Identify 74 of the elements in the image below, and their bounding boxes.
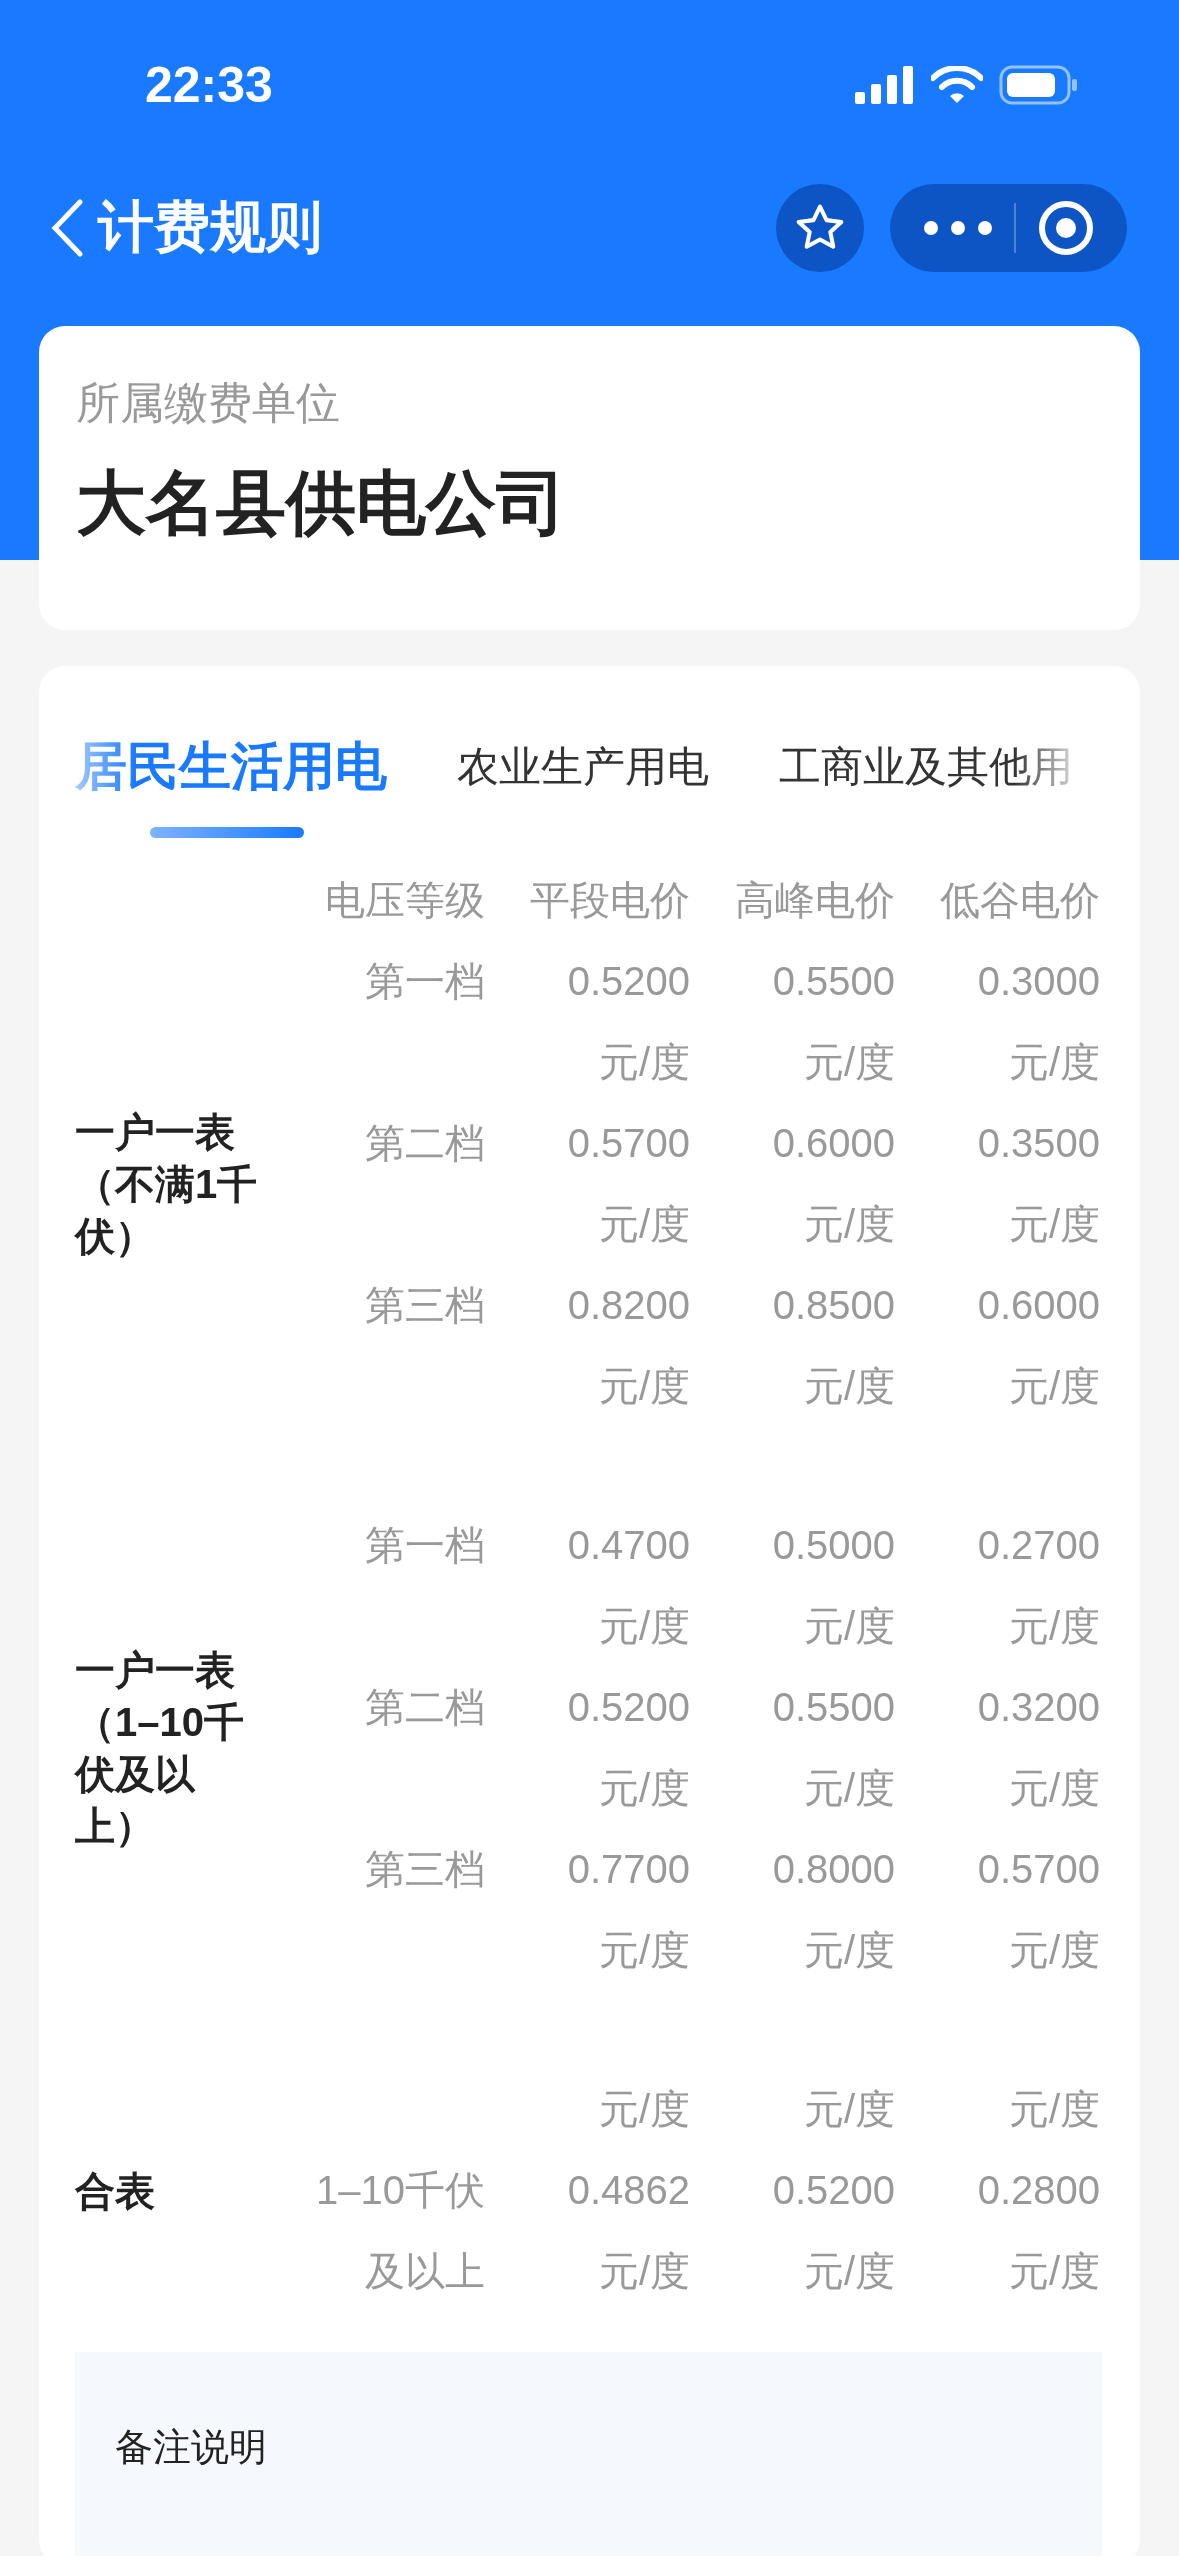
tier-label: 第三档 xyxy=(364,1282,485,1329)
price-value: 0.5500 xyxy=(772,1684,895,1731)
category-label: 一户一表（1–10千伏及以上） xyxy=(75,1647,245,1850)
tier-label: 第一档 xyxy=(364,958,485,1005)
tier-label: 第三档 xyxy=(364,1846,485,1893)
battery-icon xyxy=(999,65,1079,105)
signal-icon xyxy=(855,66,915,104)
price-unit: 元/度 xyxy=(803,1363,895,1410)
price-value: 0.8000 xyxy=(772,1846,895,1893)
price-value: 0.8500 xyxy=(772,1282,895,1329)
price-unit: 元/度 xyxy=(598,1201,690,1248)
category-label: 合表 xyxy=(75,2167,156,2215)
price-value: 0.6000 xyxy=(977,1282,1100,1329)
price-unit: 元/度 xyxy=(598,1039,690,1086)
price-unit: 元/度 xyxy=(1008,1039,1100,1086)
tier-label: 1–10千伏及以上 xyxy=(315,2167,485,2295)
page-title: 计费规则 xyxy=(98,194,323,260)
price-value: 0.7700 xyxy=(567,1846,690,1893)
unit-label: 所属缴费单位 xyxy=(76,377,341,429)
price-unit: 元/度 xyxy=(1008,1765,1100,1812)
price-value: 0.8200 xyxy=(567,1282,690,1329)
price-unit: 元/度 xyxy=(803,1927,895,1974)
price-unit: 元/度 xyxy=(803,1039,895,1086)
column-header: 电压等级 xyxy=(324,877,485,924)
price-unit: 元/度 xyxy=(803,2248,895,2295)
price-unit: 元/度 xyxy=(1008,2248,1100,2295)
tier-label: 第二档 xyxy=(364,1684,485,1731)
price-value: 0.5500 xyxy=(772,958,895,1005)
wifi-icon xyxy=(931,66,983,104)
price-value: 0.3200 xyxy=(977,1684,1100,1731)
more-icon[interactable] xyxy=(922,220,993,236)
price-value: 0.4862 xyxy=(567,2167,690,2214)
price-unit: 元/度 xyxy=(803,1603,895,1650)
close-target-icon[interactable] xyxy=(1038,200,1095,256)
column-header: 平段电价 xyxy=(529,877,690,924)
status-time: 22:33 xyxy=(145,56,273,114)
price-unit: 元/度 xyxy=(1008,1603,1100,1650)
price-value: 0.4700 xyxy=(567,1522,690,1569)
price-unit: 元/度 xyxy=(598,1765,690,1812)
price-unit: 元/度 xyxy=(598,1603,690,1650)
back-button[interactable] xyxy=(50,199,84,257)
price-unit: 元/度 xyxy=(1008,2086,1100,2133)
category-tab[interactable]: 居民生活用电 xyxy=(75,732,387,802)
price-unit: 元/度 xyxy=(803,1765,895,1812)
price-value: 0.6000 xyxy=(772,1120,895,1167)
price-unit: 元/度 xyxy=(803,2086,895,2133)
category-label: 一户一表（不满1千伏） xyxy=(75,1109,259,1260)
remarks-title: 备注说明 xyxy=(115,2426,267,2468)
price-value: 0.5700 xyxy=(567,1120,690,1167)
price-unit: 元/度 xyxy=(598,2086,690,2133)
chevron-left-icon xyxy=(50,199,84,257)
price-unit: 元/度 xyxy=(598,1363,690,1410)
category-tab[interactable]: 农业生产用电 xyxy=(457,739,709,795)
tier-label: 第二档 xyxy=(364,1120,485,1167)
price-unit: 元/度 xyxy=(803,1201,895,1248)
price-value: 0.5200 xyxy=(567,958,690,1005)
price-unit: 元/度 xyxy=(1008,1363,1100,1410)
price-value: 0.5000 xyxy=(772,1522,895,1569)
category-tab[interactable]: 工商业及其他用 xyxy=(779,739,1073,795)
price-value: 0.3000 xyxy=(977,958,1100,1005)
price-unit: 元/度 xyxy=(598,1927,690,1974)
price-value: 0.2700 xyxy=(977,1522,1100,1569)
tier-label: 第一档 xyxy=(364,1522,485,1569)
price-unit: 元/度 xyxy=(1008,1927,1100,1974)
price-value: 0.5200 xyxy=(772,2167,895,2214)
column-header: 低谷电价 xyxy=(939,877,1100,924)
column-header: 高峰电价 xyxy=(734,877,895,924)
price-value: 0.2800 xyxy=(977,2167,1100,2214)
price-value: 0.5700 xyxy=(977,1846,1100,1893)
price-unit: 元/度 xyxy=(1008,1201,1100,1248)
price-unit: 元/度 xyxy=(598,2248,690,2295)
price-value: 0.5200 xyxy=(567,1684,690,1731)
price-value: 0.3500 xyxy=(977,1120,1100,1167)
unit-name: 大名县供电公司 xyxy=(76,463,567,544)
